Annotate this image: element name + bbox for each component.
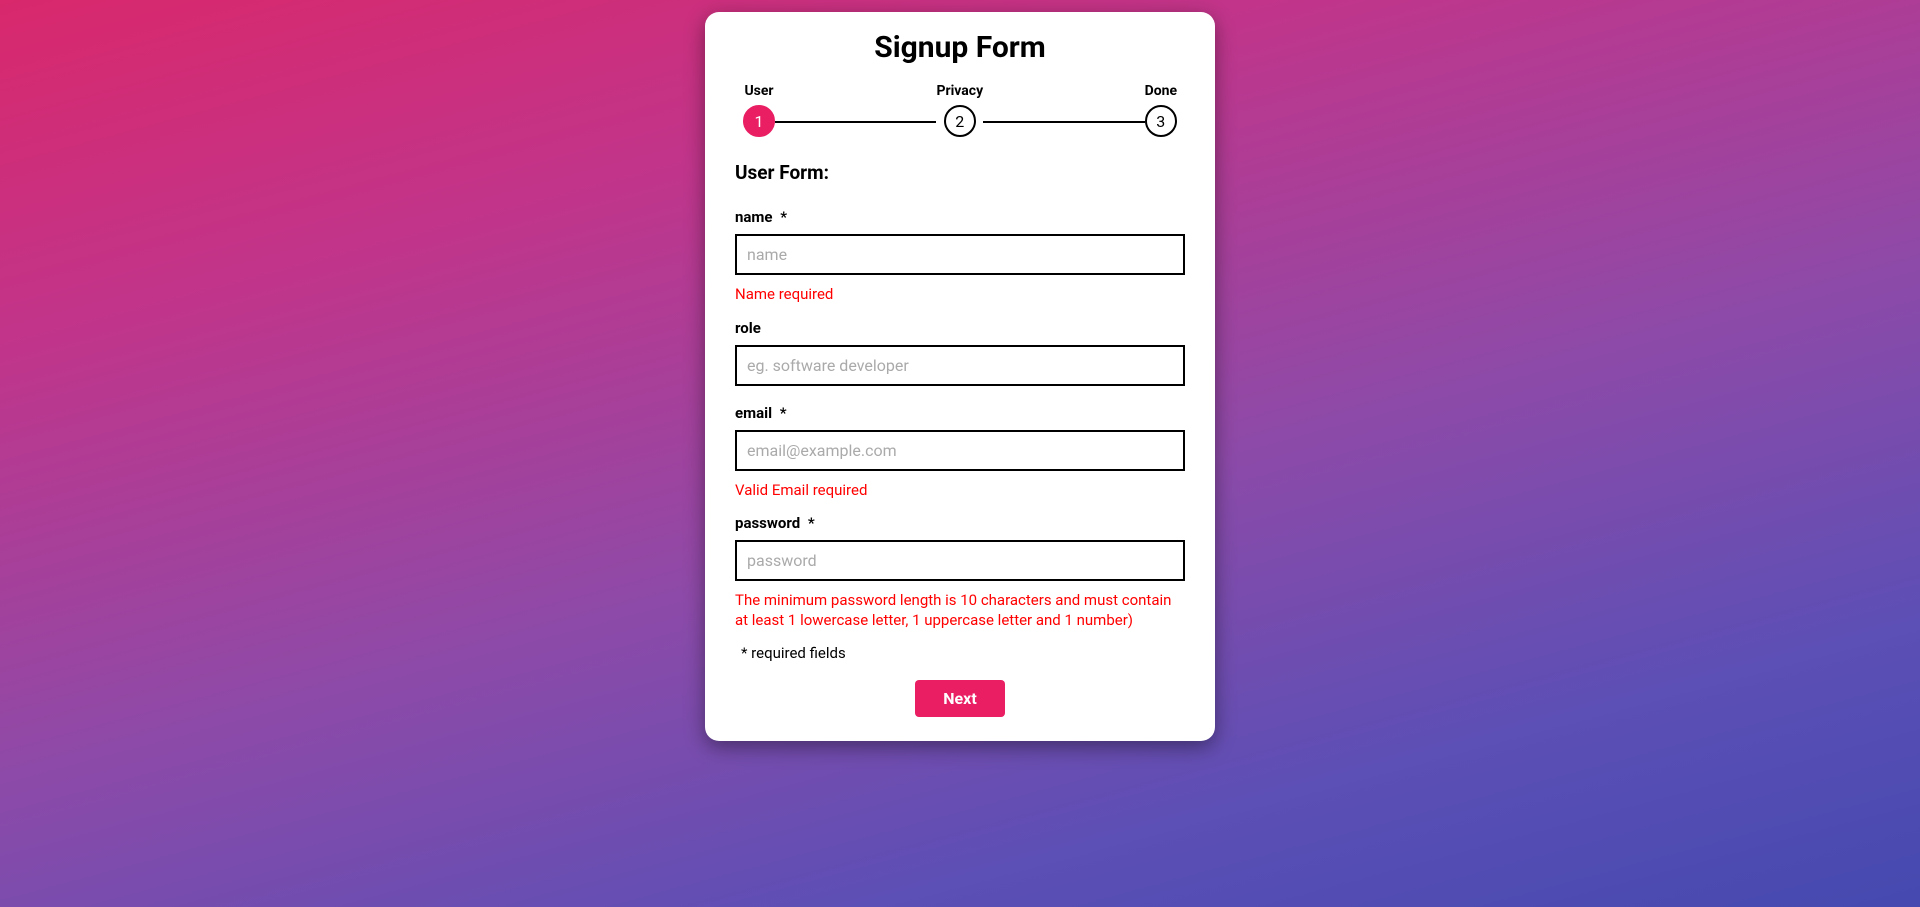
signup-card: Signup Form User 1 Privacy 2 Done 3 User… (705, 12, 1215, 741)
page-title: Signup Form (735, 30, 1185, 65)
required-mark: * (808, 514, 815, 532)
button-row: Next (735, 680, 1185, 717)
name-label: name * (735, 208, 1185, 226)
label-text: email (735, 404, 772, 422)
required-mark: * (780, 208, 787, 226)
step-privacy: Privacy 2 (936, 83, 983, 137)
password-input[interactable] (735, 540, 1185, 581)
step-done: Done 3 (1145, 83, 1177, 137)
label-text: password (735, 514, 800, 532)
step-circle: 3 (1145, 105, 1177, 137)
password-label: password * (735, 514, 1185, 532)
field-email: email * Valid Email required (735, 404, 1185, 501)
step-connector (983, 121, 1144, 123)
password-error: The minimum password length is 10 charac… (735, 591, 1185, 630)
role-input[interactable] (735, 345, 1185, 386)
step-label: Done (1145, 83, 1177, 99)
required-mark: * (780, 404, 787, 422)
next-button[interactable]: Next (915, 680, 1004, 717)
email-label: email * (735, 404, 1185, 422)
email-input[interactable] (735, 430, 1185, 471)
email-error: Valid Email required (735, 481, 1185, 501)
section-heading: User Form: (735, 161, 1185, 184)
step-user: User 1 (743, 83, 775, 137)
step-circle: 2 (944, 105, 976, 137)
label-text: name (735, 208, 773, 226)
step-circle: 1 (743, 105, 775, 137)
step-label: User (744, 83, 773, 99)
name-error: Name required (735, 285, 1185, 305)
required-footnote: * required fields (741, 644, 1185, 662)
field-password: password * The minimum password length i… (735, 514, 1185, 630)
role-label: role (735, 319, 1185, 337)
field-role: role (735, 319, 1185, 386)
label-text: role (735, 319, 761, 337)
step-label: Privacy (936, 83, 983, 99)
field-name: name * Name required (735, 208, 1185, 305)
name-input[interactable] (735, 234, 1185, 275)
step-connector (775, 121, 936, 123)
stepper: User 1 Privacy 2 Done 3 (735, 83, 1185, 137)
